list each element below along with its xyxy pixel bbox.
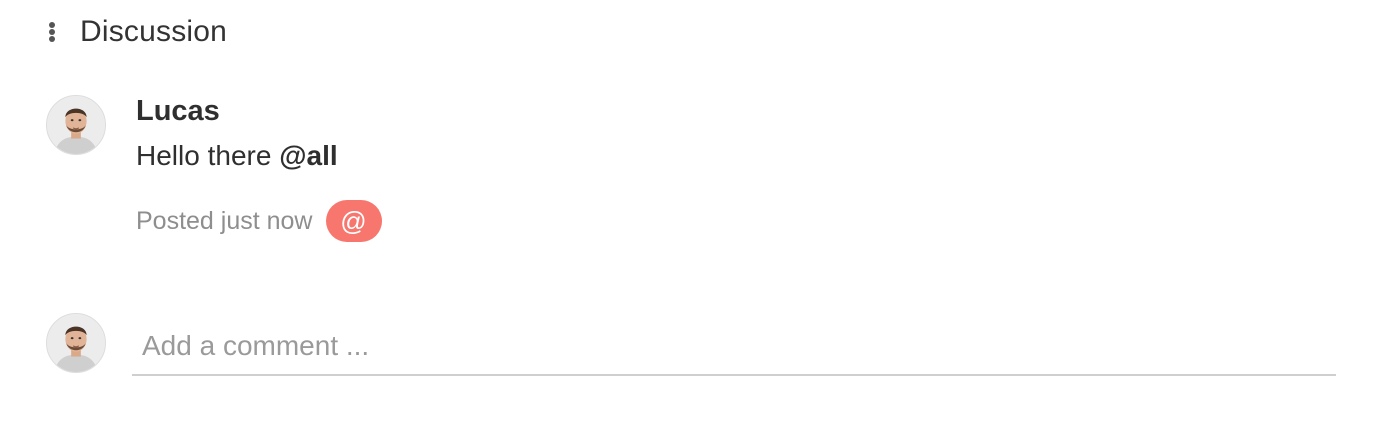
comment-meta: Posted just now @ xyxy=(136,200,382,242)
current-user-avatar xyxy=(46,313,106,373)
comment-text-prefix: Hello there xyxy=(136,140,280,171)
comment-text: Hello there @all xyxy=(136,140,338,172)
discussion-title: Discussion xyxy=(80,15,228,48)
discussion-header: Discussion xyxy=(44,12,227,52)
mention-badge: @ xyxy=(325,200,382,242)
comment-author-avatar xyxy=(46,95,106,155)
comment-author-name: Lucas xyxy=(136,95,220,127)
comment-mention[interactable]: @all xyxy=(279,140,337,171)
add-comment-input[interactable] xyxy=(132,318,1336,376)
comment-timestamp: Posted just now xyxy=(136,206,313,235)
vertical-ellipsis-icon[interactable] xyxy=(44,20,60,44)
